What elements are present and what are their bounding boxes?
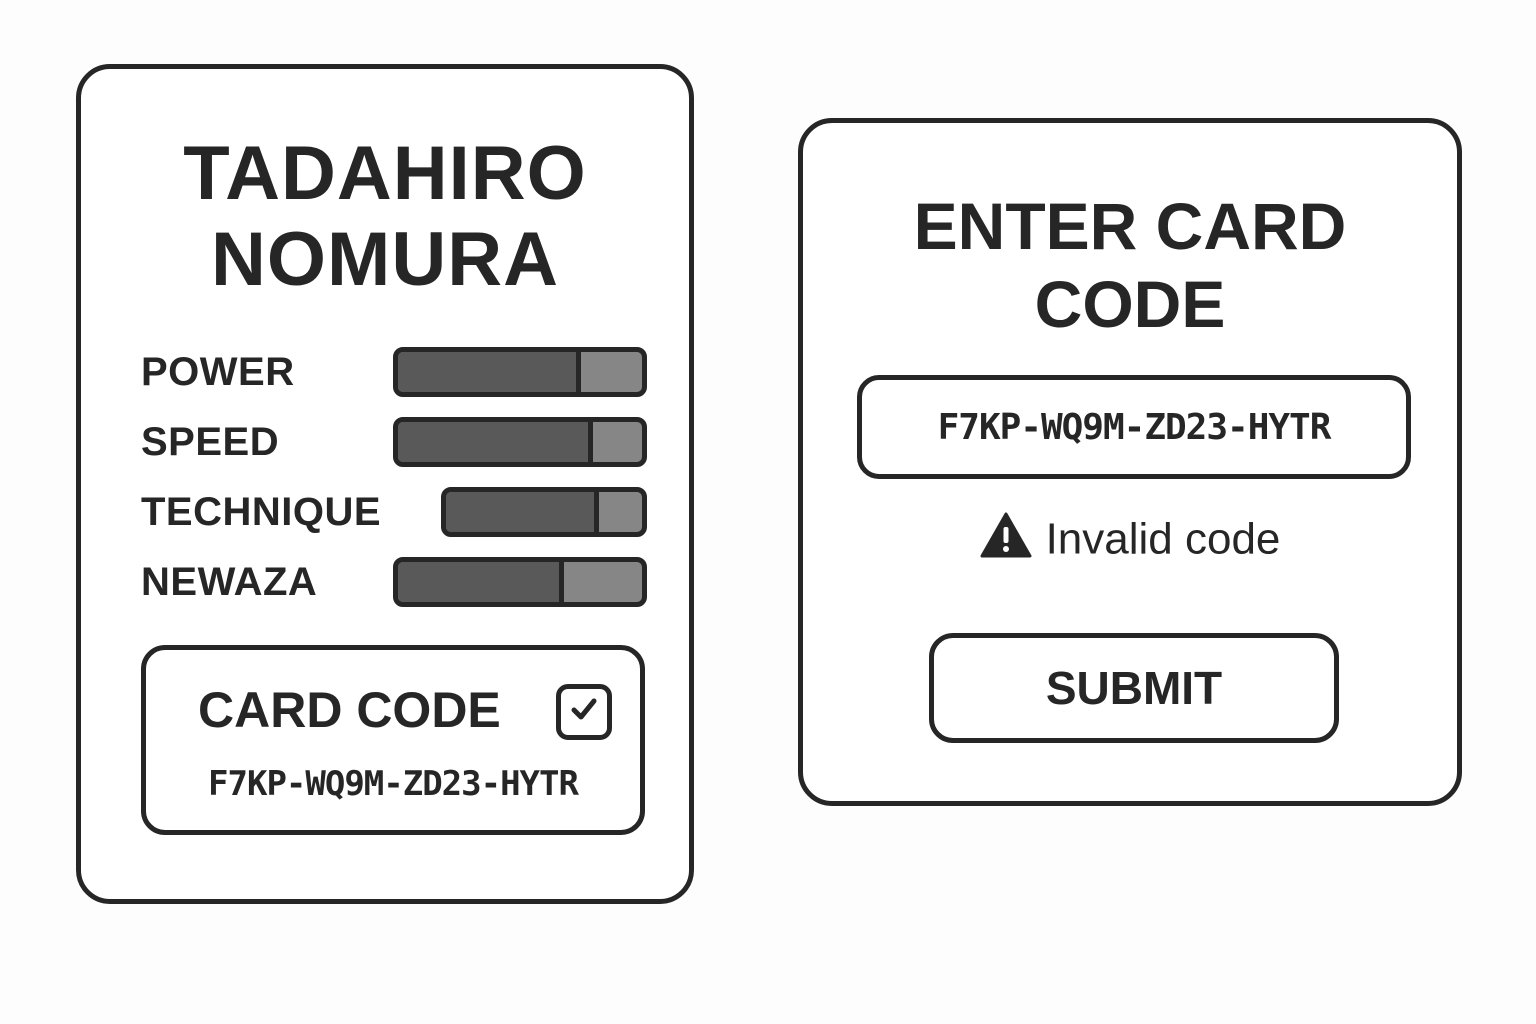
stat-bar xyxy=(393,557,647,607)
stage: TADAHIRO NOMURA POWER SPEED TECHNIQUE NE… xyxy=(0,0,1536,1024)
error-text: Invalid code xyxy=(1045,514,1281,564)
card-code-title: CARD CODE xyxy=(198,682,501,738)
error-message: Invalid code xyxy=(803,507,1457,567)
card-code-value: F7KP-WQ9M-ZD23-HYTR xyxy=(208,764,579,804)
stat-label: NEWAZA xyxy=(141,560,318,604)
player-name-last: NOMURA xyxy=(211,217,559,302)
code-entry-dialog: ENTER CARD CODE Invalid code SUBMIT xyxy=(798,118,1462,806)
stat-bar-fill xyxy=(398,352,581,392)
stat-bar xyxy=(393,347,647,397)
stat-label: POWER xyxy=(141,350,295,394)
card-code-box: CARD CODE F7KP-WQ9M-ZD23-HYTR xyxy=(141,645,645,835)
player-card: TADAHIRO NOMURA POWER SPEED TECHNIQUE NE… xyxy=(76,64,694,904)
stat-bar-fill xyxy=(398,422,594,462)
dialog-title-line1: ENTER CARD xyxy=(913,189,1347,263)
dialog-title: ENTER CARD CODE xyxy=(803,187,1457,343)
stat-row-power: POWER xyxy=(141,347,647,397)
stat-bar xyxy=(441,487,647,537)
stat-label: TECHNIQUE xyxy=(141,490,382,534)
dialog-title-line2: CODE xyxy=(1034,267,1226,341)
stat-bar-fill xyxy=(398,562,564,602)
stat-row-speed: SPEED xyxy=(141,417,647,467)
stat-label: SPEED xyxy=(141,420,280,464)
stat-bar-fill xyxy=(446,492,599,532)
submit-button[interactable]: SUBMIT xyxy=(929,633,1339,743)
stat-bar xyxy=(393,417,647,467)
stat-row-technique: TECHNIQUE xyxy=(141,487,647,537)
player-name: TADAHIRO NOMURA xyxy=(81,131,689,303)
player-name-first: TADAHIRO xyxy=(183,131,587,216)
card-code-input[interactable] xyxy=(857,375,1411,479)
checkbox-checked-icon xyxy=(556,684,612,740)
stat-row-newaza: NEWAZA xyxy=(141,557,647,607)
warning-icon xyxy=(980,512,1032,558)
